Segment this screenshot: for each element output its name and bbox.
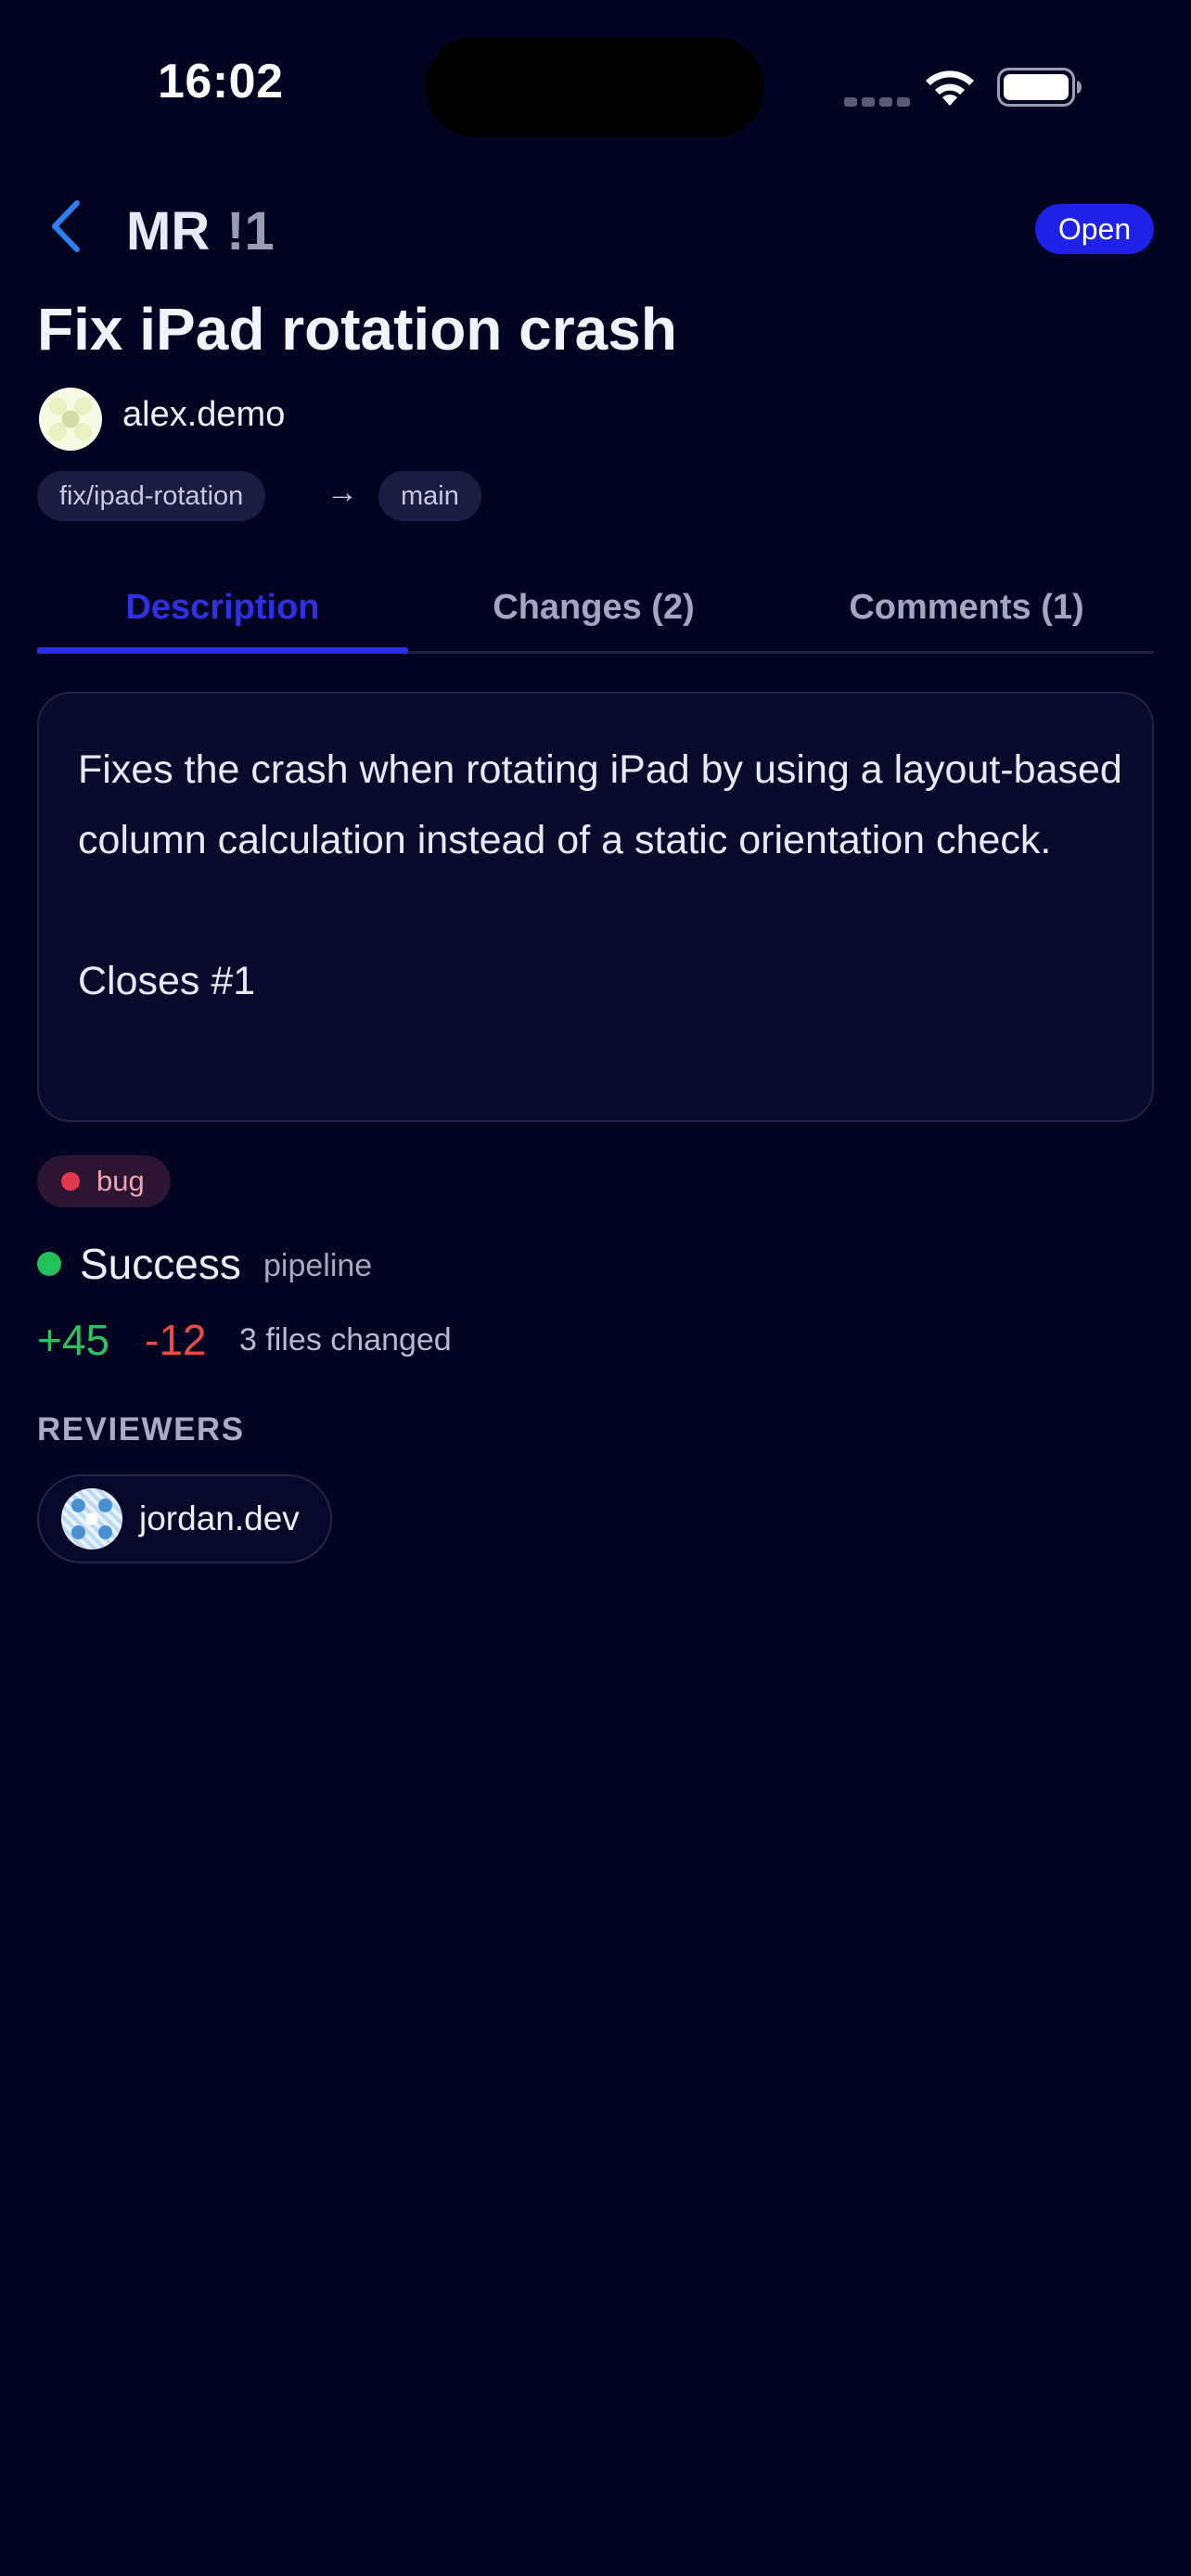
status-badge: Open <box>1035 204 1154 254</box>
reviewer-name: jordan.dev <box>139 1499 300 1537</box>
battery-icon <box>997 68 1082 111</box>
dynamic-island <box>425 37 764 137</box>
target-branch-label: main <box>401 480 459 511</box>
tab-changes[interactable]: Changes (2) <box>408 575 779 640</box>
author-name: alex.demo <box>122 395 286 434</box>
tab-description[interactable]: Description <box>37 575 408 640</box>
mr-header-title: MR !1 <box>126 200 275 262</box>
cellular-signal-icon <box>844 95 915 111</box>
mr-prefix: MR <box>126 201 211 261</box>
author-avatar <box>39 388 102 451</box>
reviewer-avatar <box>61 1488 122 1549</box>
back-button[interactable] <box>33 191 98 265</box>
label-color-dot <box>61 1172 80 1191</box>
pipeline-label: pipeline <box>263 1248 373 1283</box>
wifi-icon <box>922 67 978 112</box>
page-title: Fix iPad rotation crash <box>37 296 677 363</box>
tab-comments[interactable]: Comments (1) <box>779 575 1154 640</box>
chevron-left-icon <box>47 198 84 260</box>
description-text: Fixes the crash when rotating iPad by us… <box>78 747 1122 1003</box>
label-name: bug <box>96 1165 145 1197</box>
source-branch-label: fix/ipad-rotation <box>59 480 244 511</box>
label-chip-bug[interactable]: bug <box>37 1155 171 1207</box>
reviewers-heading: REVIEWERS <box>37 1411 245 1447</box>
active-tab-indicator <box>37 647 408 654</box>
files-changed: 3 files changed <box>239 1322 452 1358</box>
mr-number: !1 <box>226 201 275 261</box>
status-time: 16:02 <box>158 55 284 108</box>
arrow-right-icon: → <box>327 475 358 510</box>
pipeline-status: Success <box>80 1240 241 1288</box>
additions-count: +45 <box>37 1316 110 1364</box>
pipeline-status-dot <box>37 1252 61 1276</box>
deletions-count: -12 <box>145 1316 207 1364</box>
reviewer-chip[interactable]: jordan.dev <box>37 1474 332 1563</box>
source-branch-chip: fix/ipad-rotation <box>37 471 266 521</box>
target-branch-chip: main <box>378 471 481 521</box>
